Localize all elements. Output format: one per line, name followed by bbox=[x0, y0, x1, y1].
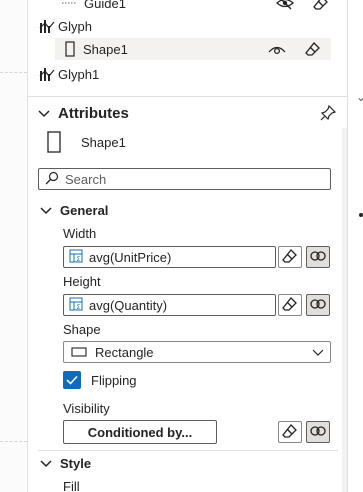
rectangle-shape-icon bbox=[47, 131, 61, 156]
section-divider bbox=[38, 450, 338, 451]
glyph-icon bbox=[39, 67, 55, 81]
chevron-down-icon[interactable]: ⌄ bbox=[356, 90, 363, 104]
tree-item-glyph[interactable]: Glyph bbox=[28, 15, 347, 37]
svg-text:Σ: Σ bbox=[77, 304, 81, 311]
chevron-down-icon[interactable] bbox=[38, 106, 50, 121]
measure-icon: Σ bbox=[69, 249, 83, 266]
bind-visibility-button[interactable] bbox=[306, 421, 330, 443]
eraser-icon[interactable] bbox=[304, 40, 322, 58]
dot-indicator bbox=[359, 213, 363, 217]
style-section-header[interactable]: Style bbox=[40, 453, 91, 473]
bind-height-button[interactable] bbox=[306, 294, 330, 316]
rectangle-icon bbox=[71, 345, 87, 360]
clear-visibility-button[interactable] bbox=[278, 421, 302, 443]
search-box[interactable] bbox=[38, 168, 331, 190]
panel-divider bbox=[28, 96, 347, 97]
clear-height-button[interactable] bbox=[278, 294, 302, 316]
tree-item-label: Glyph1 bbox=[58, 66, 100, 82]
height-expression-field[interactable]: Σ avg(Quantity) bbox=[63, 294, 276, 316]
width-expression-field[interactable]: Σ avg(UnitPrice) bbox=[63, 246, 276, 268]
width-label: Width bbox=[63, 226, 97, 241]
eraser-icon bbox=[282, 423, 298, 442]
canvas-guide-line bbox=[0, 441, 27, 442]
layers-attributes-panel: Guide1 Glyph Shape1 Glyph1 Attributes Sh… bbox=[27, 0, 347, 492]
search-input[interactable] bbox=[65, 171, 305, 187]
flipping-option[interactable]: Flipping bbox=[63, 369, 137, 391]
general-section-title: General bbox=[60, 202, 109, 218]
search-icon bbox=[45, 171, 59, 188]
height-value: avg(Quantity) bbox=[89, 297, 168, 313]
rectangle-shape-icon bbox=[65, 41, 75, 57]
object-name: Shape1 bbox=[81, 135, 126, 150]
attributes-title: Attributes bbox=[58, 104, 129, 122]
tree-item-guide1[interactable]: Guide1 bbox=[28, 0, 347, 14]
tree-item-label: Guide1 bbox=[84, 0, 126, 11]
style-section-title: Style bbox=[60, 455, 92, 471]
shape-dropdown[interactable]: Rectangle bbox=[63, 341, 331, 363]
canvas-area bbox=[0, 0, 27, 492]
eraser-icon bbox=[282, 248, 298, 267]
glyph-icon bbox=[39, 19, 55, 33]
canvas-guide-line bbox=[0, 72, 27, 73]
visibility-hidden-icon[interactable] bbox=[276, 0, 294, 12]
flipping-checkbox[interactable] bbox=[63, 371, 81, 389]
conditioned-by-button[interactable]: Conditioned by... bbox=[63, 420, 217, 444]
chevron-down-icon bbox=[311, 345, 325, 362]
attributes-header[interactable]: Attributes bbox=[28, 100, 347, 126]
tree-item-label: Shape1 bbox=[83, 41, 128, 57]
link-icon bbox=[310, 298, 326, 313]
tree-item-glyph1[interactable]: Glyph1 bbox=[28, 63, 347, 85]
chevron-down-icon bbox=[40, 203, 52, 218]
link-icon bbox=[310, 425, 326, 440]
flipping-label: Flipping bbox=[91, 372, 137, 388]
link-icon bbox=[310, 250, 326, 265]
tree-item-label: Glyph bbox=[58, 18, 92, 34]
eraser-icon bbox=[282, 296, 298, 315]
general-section-header[interactable]: General bbox=[40, 200, 108, 220]
scrollbar-track[interactable] bbox=[342, 128, 347, 492]
eye-icon[interactable] bbox=[268, 40, 286, 58]
pin-icon[interactable] bbox=[319, 104, 337, 125]
eraser-icon[interactable] bbox=[312, 0, 330, 12]
tree-item-shape1[interactable]: Shape1 bbox=[55, 38, 331, 60]
visibility-label: Visibility bbox=[63, 401, 110, 416]
chevron-down-icon bbox=[40, 456, 52, 471]
guide-icon bbox=[62, 0, 76, 8]
measure-icon: Σ bbox=[69, 297, 83, 314]
bind-width-button[interactable] bbox=[306, 246, 330, 268]
height-label: Height bbox=[63, 274, 101, 289]
fill-label: Fill bbox=[63, 479, 80, 492]
shape-label: Shape bbox=[63, 322, 101, 337]
shape-value: Rectangle bbox=[95, 344, 154, 360]
right-pane-edge bbox=[347, 0, 363, 492]
width-value: avg(UnitPrice) bbox=[89, 249, 172, 265]
svg-text:Σ: Σ bbox=[77, 256, 81, 263]
clear-width-button[interactable] bbox=[278, 246, 302, 268]
